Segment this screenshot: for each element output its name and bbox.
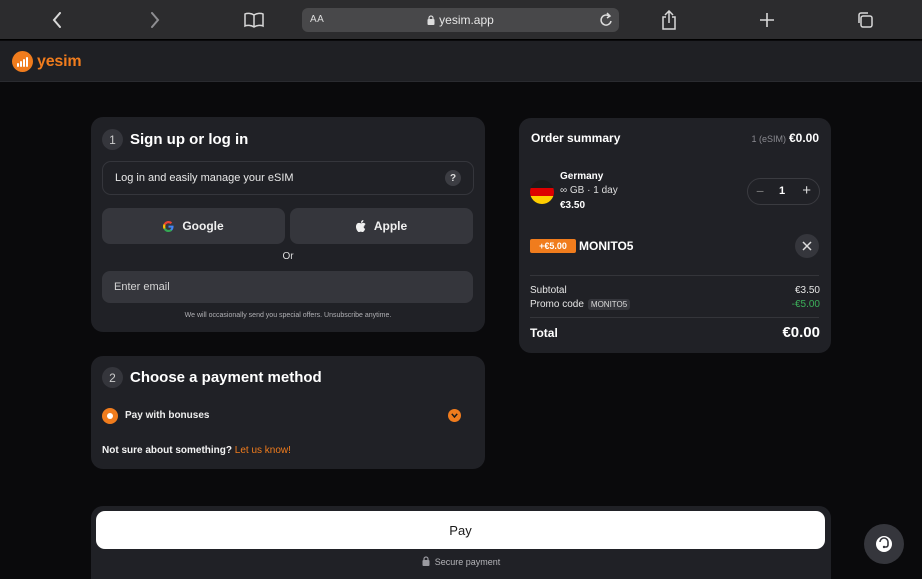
secure-label: Secure payment: [434, 557, 501, 567]
share-icon[interactable]: [656, 8, 682, 32]
tabs-overview-icon[interactable]: [852, 8, 878, 32]
signup-title: Sign up or log in: [130, 131, 249, 148]
yesim-logo[interactable]: yesim: [12, 51, 82, 72]
checkout-page: 1 Sign up or log in Log in and easily ma…: [0, 83, 922, 579]
info-row: Log in and easily manage your eSIM ?: [102, 161, 474, 195]
promo-value: -€5.00: [791, 299, 820, 310]
bookmarks-icon[interactable]: [241, 8, 267, 32]
divider: [530, 275, 819, 276]
item-price: €3.50: [560, 200, 586, 211]
step-number: 2: [102, 367, 123, 388]
site-header: yesim: [0, 41, 922, 82]
close-icon: [802, 241, 812, 251]
google-login-button[interactable]: Google: [102, 208, 285, 244]
apple-icon: [355, 220, 366, 232]
browser-toolbar: AA yesim.app: [0, 0, 922, 40]
quantity-value: 1: [779, 185, 786, 197]
google-icon: [163, 220, 174, 232]
step-number: 1: [102, 129, 123, 150]
help-text: Not sure about something?: [102, 445, 232, 456]
germany-flag-icon: [530, 180, 554, 204]
google-label: Google: [182, 219, 224, 233]
payment-title: Choose a payment method: [130, 369, 322, 386]
help-line: Not sure about something? Let us know!: [102, 445, 291, 456]
secure-payment-note: Secure payment: [91, 556, 831, 567]
chevron-down-icon[interactable]: [448, 409, 461, 422]
item-country: Germany: [560, 171, 604, 182]
pay-with-bonuses-radio[interactable]: [102, 408, 118, 424]
lock-icon: [422, 556, 430, 566]
lock-icon: [427, 15, 435, 25]
reload-icon[interactable]: [599, 12, 613, 28]
summary-title: Order summary: [531, 131, 621, 145]
order-summary-card: Order summary 1 (eSIM) €0.00 Germany ∞ GB…: [519, 118, 831, 353]
or-divider: Or: [282, 251, 294, 262]
remove-promo-button[interactable]: [795, 234, 819, 258]
info-text: Log in and easily manage your eSIM: [115, 172, 294, 184]
address-bar[interactable]: AA yesim.app: [302, 8, 619, 32]
divider: [530, 317, 819, 318]
apple-login-button[interactable]: Apple: [290, 208, 473, 244]
url-text: yesim.app: [439, 13, 494, 27]
promo-row-label: Promo code MONITO5: [530, 299, 631, 310]
subtotal-value: €3.50: [794, 285, 820, 296]
pay-with-bonuses-label[interactable]: Pay with bonuses: [125, 410, 209, 421]
checkout-bar: Pay Secure payment: [91, 506, 831, 579]
logo-text: yesim: [37, 52, 82, 70]
total-value: €0.00: [782, 324, 820, 341]
back-icon[interactable]: [44, 8, 70, 32]
chat-icon: [876, 536, 892, 552]
fine-print: We will occasionally send you special of…: [184, 312, 392, 319]
support-chat-button[interactable]: [864, 524, 904, 564]
summary-total-top: 1 (eSIM) €0.00: [751, 131, 819, 145]
promo-label: Promo code: [530, 299, 584, 310]
subtotal-label: Subtotal: [530, 285, 567, 296]
quantity-stepper: − 1 +: [747, 178, 820, 205]
signup-card: 1 Sign up or log in Log in and easily ma…: [91, 117, 485, 332]
forward-icon[interactable]: [142, 8, 168, 32]
signal-bars-icon: [12, 51, 33, 72]
decrease-button[interactable]: −: [756, 183, 764, 199]
promo-code: MONITO5: [579, 239, 634, 253]
item-plan: ∞ GB · 1 day: [560, 185, 618, 196]
promo-code-chip: MONITO5: [587, 299, 631, 310]
payment-card: 2 Choose a payment method Pay with bonus…: [91, 356, 485, 469]
email-input[interactable]: [102, 271, 473, 303]
apple-label: Apple: [373, 219, 408, 233]
contact-link[interactable]: Let us know!: [235, 445, 291, 456]
item-count: 1 (eSIM): [751, 134, 786, 144]
pay-button[interactable]: Pay: [96, 511, 825, 549]
summary-top-price: €0.00: [788, 131, 819, 145]
new-tab-icon[interactable]: [754, 8, 780, 32]
increase-button[interactable]: +: [802, 182, 811, 199]
promo-bonus-badge: +€5.00: [530, 239, 576, 253]
total-label: Total: [530, 326, 558, 340]
help-icon[interactable]: ?: [445, 170, 461, 186]
